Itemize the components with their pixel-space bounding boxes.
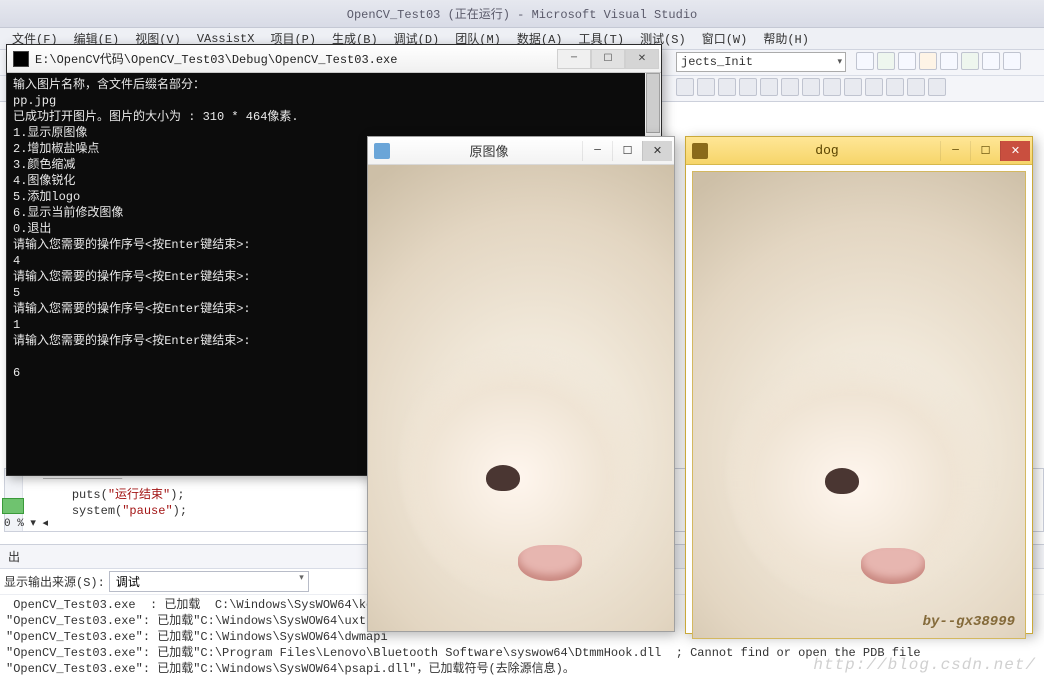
console-line: 请输入您需要的操作序号<按Enter键结束>: <box>13 270 251 284</box>
window-icon <box>374 143 390 159</box>
toolbar-icon[interactable] <box>760 78 778 96</box>
console-line: 1.显示原图像 <box>13 126 87 140</box>
project-dropdown[interactable]: jects_Init <box>676 52 846 72</box>
console-titlebar[interactable]: E:\OpenCV代码\OpenCV_Test03\Debug\OpenCV_T… <box>7 45 661 73</box>
console-line: 5.添加logo <box>13 190 80 204</box>
image-signature: by--gx38999 <box>923 614 1015 630</box>
image1-canvas <box>368 165 674 631</box>
image2-canvas: by--gx38999 <box>692 171 1026 639</box>
dog-image <box>825 468 859 494</box>
console-line: 1 <box>13 318 20 332</box>
toolbar-icon[interactable] <box>676 78 694 96</box>
toolbar-icon[interactable] <box>718 78 736 96</box>
console-maximize-button[interactable]: ☐ <box>591 49 625 69</box>
toolbar-icon[interactable] <box>781 78 799 96</box>
console-line: 5 <box>13 286 20 300</box>
image1-close-button[interactable] <box>642 141 672 161</box>
menu-help[interactable]: 帮助(H) <box>755 28 817 49</box>
toolbar-icon[interactable] <box>919 52 937 70</box>
toolbar-icon[interactable] <box>940 52 958 70</box>
image2-titlebar[interactable]: dog <box>686 137 1032 165</box>
output-line: "OpenCV_Test03.exe": 已加载"C:\Windows\SysW… <box>6 630 388 644</box>
console-line: 4 <box>13 254 20 268</box>
breakpoint-marker[interactable] <box>2 498 24 514</box>
console-line: 6.显示当前修改图像 <box>13 206 123 220</box>
dog-image <box>861 548 925 584</box>
console-line: 输入图片名称，含文件后缀名部分： <box>13 78 205 92</box>
toolbar-icon[interactable] <box>823 78 841 96</box>
toolbar-icon[interactable] <box>928 78 946 96</box>
image2-minimize-button[interactable] <box>940 141 970 161</box>
toolbar-icon[interactable] <box>961 52 979 70</box>
output-line: "OpenCV_Test03.exe": 已加载"C:\Windows\SysW… <box>6 614 388 628</box>
console-line: 6 <box>13 366 20 380</box>
image1-minimize-button[interactable] <box>582 141 612 161</box>
console-line: pp.jpg <box>13 94 56 108</box>
console-line: 2.增加椒盐噪点 <box>13 142 99 156</box>
toolbar-icon[interactable] <box>877 52 895 70</box>
menu-window[interactable]: 窗口(W) <box>694 28 756 49</box>
toolbar-icon[interactable] <box>739 78 757 96</box>
image-window-dog: dog by--gx38999 <box>685 136 1033 634</box>
output-line: OpenCV_Test03.exe : 已加载 C:\Windows\SysWO… <box>6 598 402 612</box>
vs-titlebar: OpenCV_Test03 (正在运行) - Microsoft Visual … <box>0 0 1044 28</box>
console-line: 3.颜色缩减 <box>13 158 75 172</box>
toolbar-icon[interactable] <box>907 78 925 96</box>
blog-watermark: http://blog.csdn.net/ <box>813 656 1036 674</box>
image1-title: 原图像 <box>396 141 582 160</box>
console-line: 请输入您需要的操作序号<按Enter键结束>: <box>13 334 251 348</box>
console-line: 已成功打开图片。图片的大小为 : 310 * 464像素. <box>13 110 299 124</box>
console-title-text: E:\OpenCV代码\OpenCV_Test03\Debug\OpenCV_T… <box>35 50 557 67</box>
toolbar-icon[interactable] <box>982 52 1000 70</box>
toolbar-icon[interactable] <box>898 52 916 70</box>
console-scroll-thumb[interactable] <box>646 73 660 133</box>
dog-image <box>518 545 582 581</box>
dog-image <box>486 465 520 491</box>
console-line: 请输入您需要的操作序号<按Enter键结束>: <box>13 238 251 252</box>
toolbar-icon[interactable] <box>865 78 883 96</box>
project-dropdown-text: jects_Init <box>681 55 753 69</box>
toolbar-icon[interactable] <box>802 78 820 96</box>
console-close-button[interactable]: ✕ <box>625 49 659 69</box>
image2-maximize-button[interactable] <box>970 141 1000 161</box>
toolbar-icon[interactable] <box>1003 52 1021 70</box>
image1-maximize-button[interactable] <box>612 141 642 161</box>
image2-close-button[interactable] <box>1000 141 1030 161</box>
window-icon <box>692 143 708 159</box>
output-line: "OpenCV_Test03.exe": 已加载"C:\Windows\SysW… <box>6 662 575 676</box>
console-line: 请输入您需要的操作序号<按Enter键结束>: <box>13 302 251 316</box>
console-line: 4.图像锐化 <box>13 174 75 188</box>
output-line: "OpenCV_Test03.exe": 已加载"C:\Program File… <box>6 646 921 660</box>
toolbar-icon[interactable] <box>844 78 862 96</box>
image1-titlebar[interactable]: 原图像 <box>368 137 674 165</box>
image2-title: dog <box>714 143 940 158</box>
zoom-indicator[interactable]: 0 % ▾ ◂ <box>4 516 48 530</box>
toolbar-icon[interactable] <box>856 52 874 70</box>
toolbar-icon[interactable] <box>886 78 904 96</box>
console-icon <box>13 51 29 67</box>
console-line: 0.退出 <box>13 222 51 236</box>
console-minimize-button[interactable]: ─ <box>557 49 591 69</box>
output-source-dropdown[interactable]: 调试 <box>109 571 309 592</box>
toolbar-icon[interactable] <box>697 78 715 96</box>
output-source-label: 显示输出来源(S): <box>4 573 105 590</box>
vs-title-text: OpenCV_Test03 (正在运行) - Microsoft Visual … <box>347 5 697 22</box>
image-window-original: 原图像 <box>367 136 675 632</box>
